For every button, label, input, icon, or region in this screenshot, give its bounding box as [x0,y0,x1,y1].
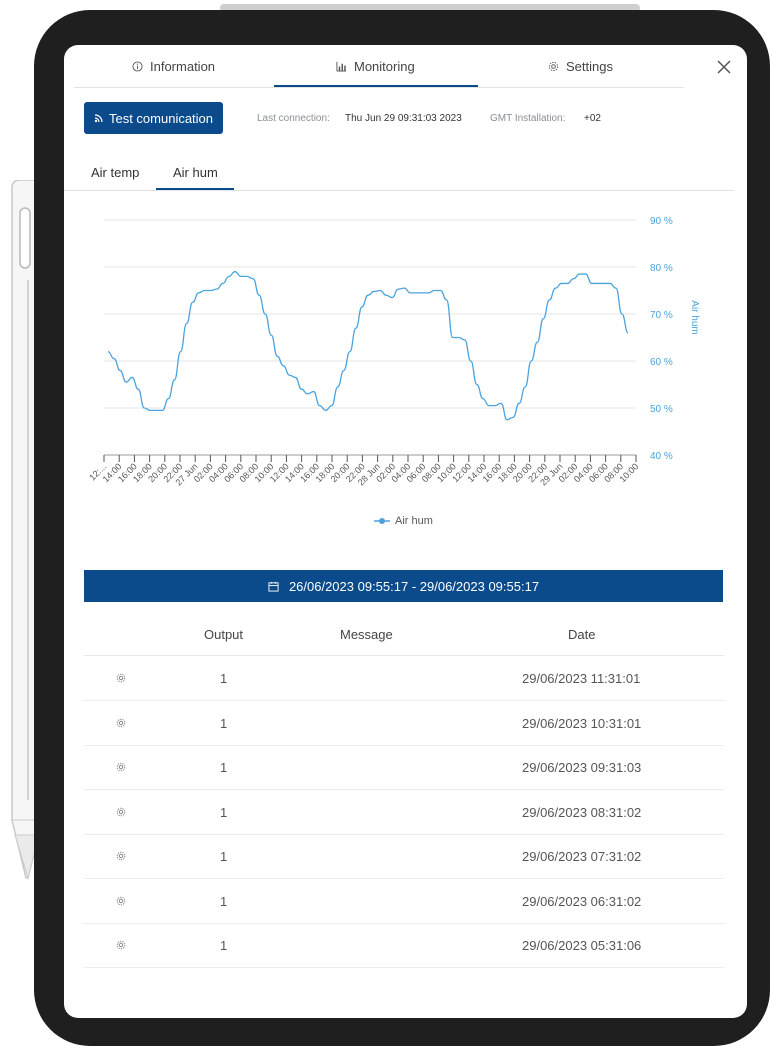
test-communication-button[interactable]: Test comunication [84,102,223,134]
table-row[interactable]: 1 29/06/2023 10:31:01 [84,701,724,746]
gear-icon[interactable] [116,762,126,772]
col-output: Output [204,627,244,642]
y-tick-label: 70 % [650,310,673,321]
gear-icon[interactable] [116,673,126,683]
gear-icon[interactable] [116,718,126,728]
legend-marker [374,518,390,524]
last-connection-value: Thu Jun 29 09:31:03 2023 [345,113,462,124]
app-screen: Information Monitoring Settings Test com… [64,45,747,1018]
y-tick-label: 50 % [650,404,673,415]
gear-icon[interactable] [116,851,126,861]
gear-icon[interactable] [116,807,126,817]
date-range-picker[interactable]: 26/06/2023 09:55:17 - 29/06/2023 09:55:1… [84,570,723,602]
series-line-air-hum [107,271,629,421]
date-range-text: 26/06/2023 09:55:17 - 29/06/2023 09:55:1… [288,578,540,594]
row-date: 29/06/2023 08:31:02 [522,804,642,820]
row-output: 1 [220,938,228,953]
gear-icon[interactable] [116,940,126,950]
gmt-installation-label: GMT Installation: [490,113,566,124]
subtab-active-indicator [156,188,234,190]
row-output: 1 [220,804,228,820]
chart-legend[interactable]: Air hum [374,515,433,527]
table-row[interactable]: 1 29/06/2023 06:31:02 [84,879,724,924]
info-icon [132,61,143,72]
row-date: 29/06/2023 06:31:02 [522,893,642,909]
row-date: 29/06/2023 07:31:02 [522,849,642,864]
row-date: 29/06/2023 10:31:01 [522,715,642,731]
y-tick-label: 80 % [650,263,673,274]
close-icon[interactable] [714,57,734,77]
table-row[interactable]: 1 29/06/2023 05:31:06 [84,923,724,968]
tab-information-label: Information [150,59,216,74]
y-tick-label: 90 % [650,216,673,227]
gear-icon[interactable] [116,896,126,906]
tab-settings-label: Settings [566,59,613,74]
air-hum-chart: 40 %50 %60 %70 %80 %90 %Air hum12:...14:… [87,216,700,488]
y-axis-title: Air hum [689,300,700,334]
col-date: Date [568,627,596,642]
row-output: 1 [220,760,228,775]
row-output: 1 [220,715,228,731]
row-output: 1 [220,671,228,686]
tab-air-temp[interactable]: Air temp [91,165,139,180]
table-row[interactable]: 1 29/06/2023 11:31:01 [84,656,724,701]
row-date: 29/06/2023 05:31:06 [522,938,642,953]
y-tick-label: 60 % [650,357,673,368]
row-output: 1 [220,849,228,864]
tab-active-indicator [274,85,478,87]
last-connection-label: Last connection: [257,113,330,124]
legend-label: Air hum [395,515,433,527]
signal-icon [94,114,103,123]
col-message: Message [340,627,393,642]
tab-monitoring[interactable]: Monitoring [336,59,415,74]
y-tick-label: 40 % [650,451,673,462]
gear-icon [548,61,559,72]
test-communication-label: Test comunication [108,110,214,126]
row-date: 29/06/2023 09:31:03 [522,760,642,775]
gmt-installation-value: +02 [584,113,601,124]
tab-settings[interactable]: Settings [548,59,613,74]
metric-tabs: Air temp Air hum [64,160,734,191]
table-row[interactable]: 1 29/06/2023 07:31:02 [84,834,724,879]
chart-icon [336,61,347,72]
table-row[interactable]: 1 29/06/2023 08:31:02 [84,790,724,835]
tab-information[interactable]: Information [132,59,215,74]
tab-air-hum[interactable]: Air hum [173,165,218,180]
tab-monitoring-label: Monitoring [354,59,415,74]
row-output: 1 [220,893,228,909]
table-row[interactable]: 1 29/06/2023 09:31:03 [84,745,724,790]
row-date: 29/06/2023 11:31:01 [522,671,641,686]
table-header: Output Message Date [84,620,724,656]
main-tabs: Information Monitoring Settings [74,45,684,88]
calendar-icon [268,581,279,592]
